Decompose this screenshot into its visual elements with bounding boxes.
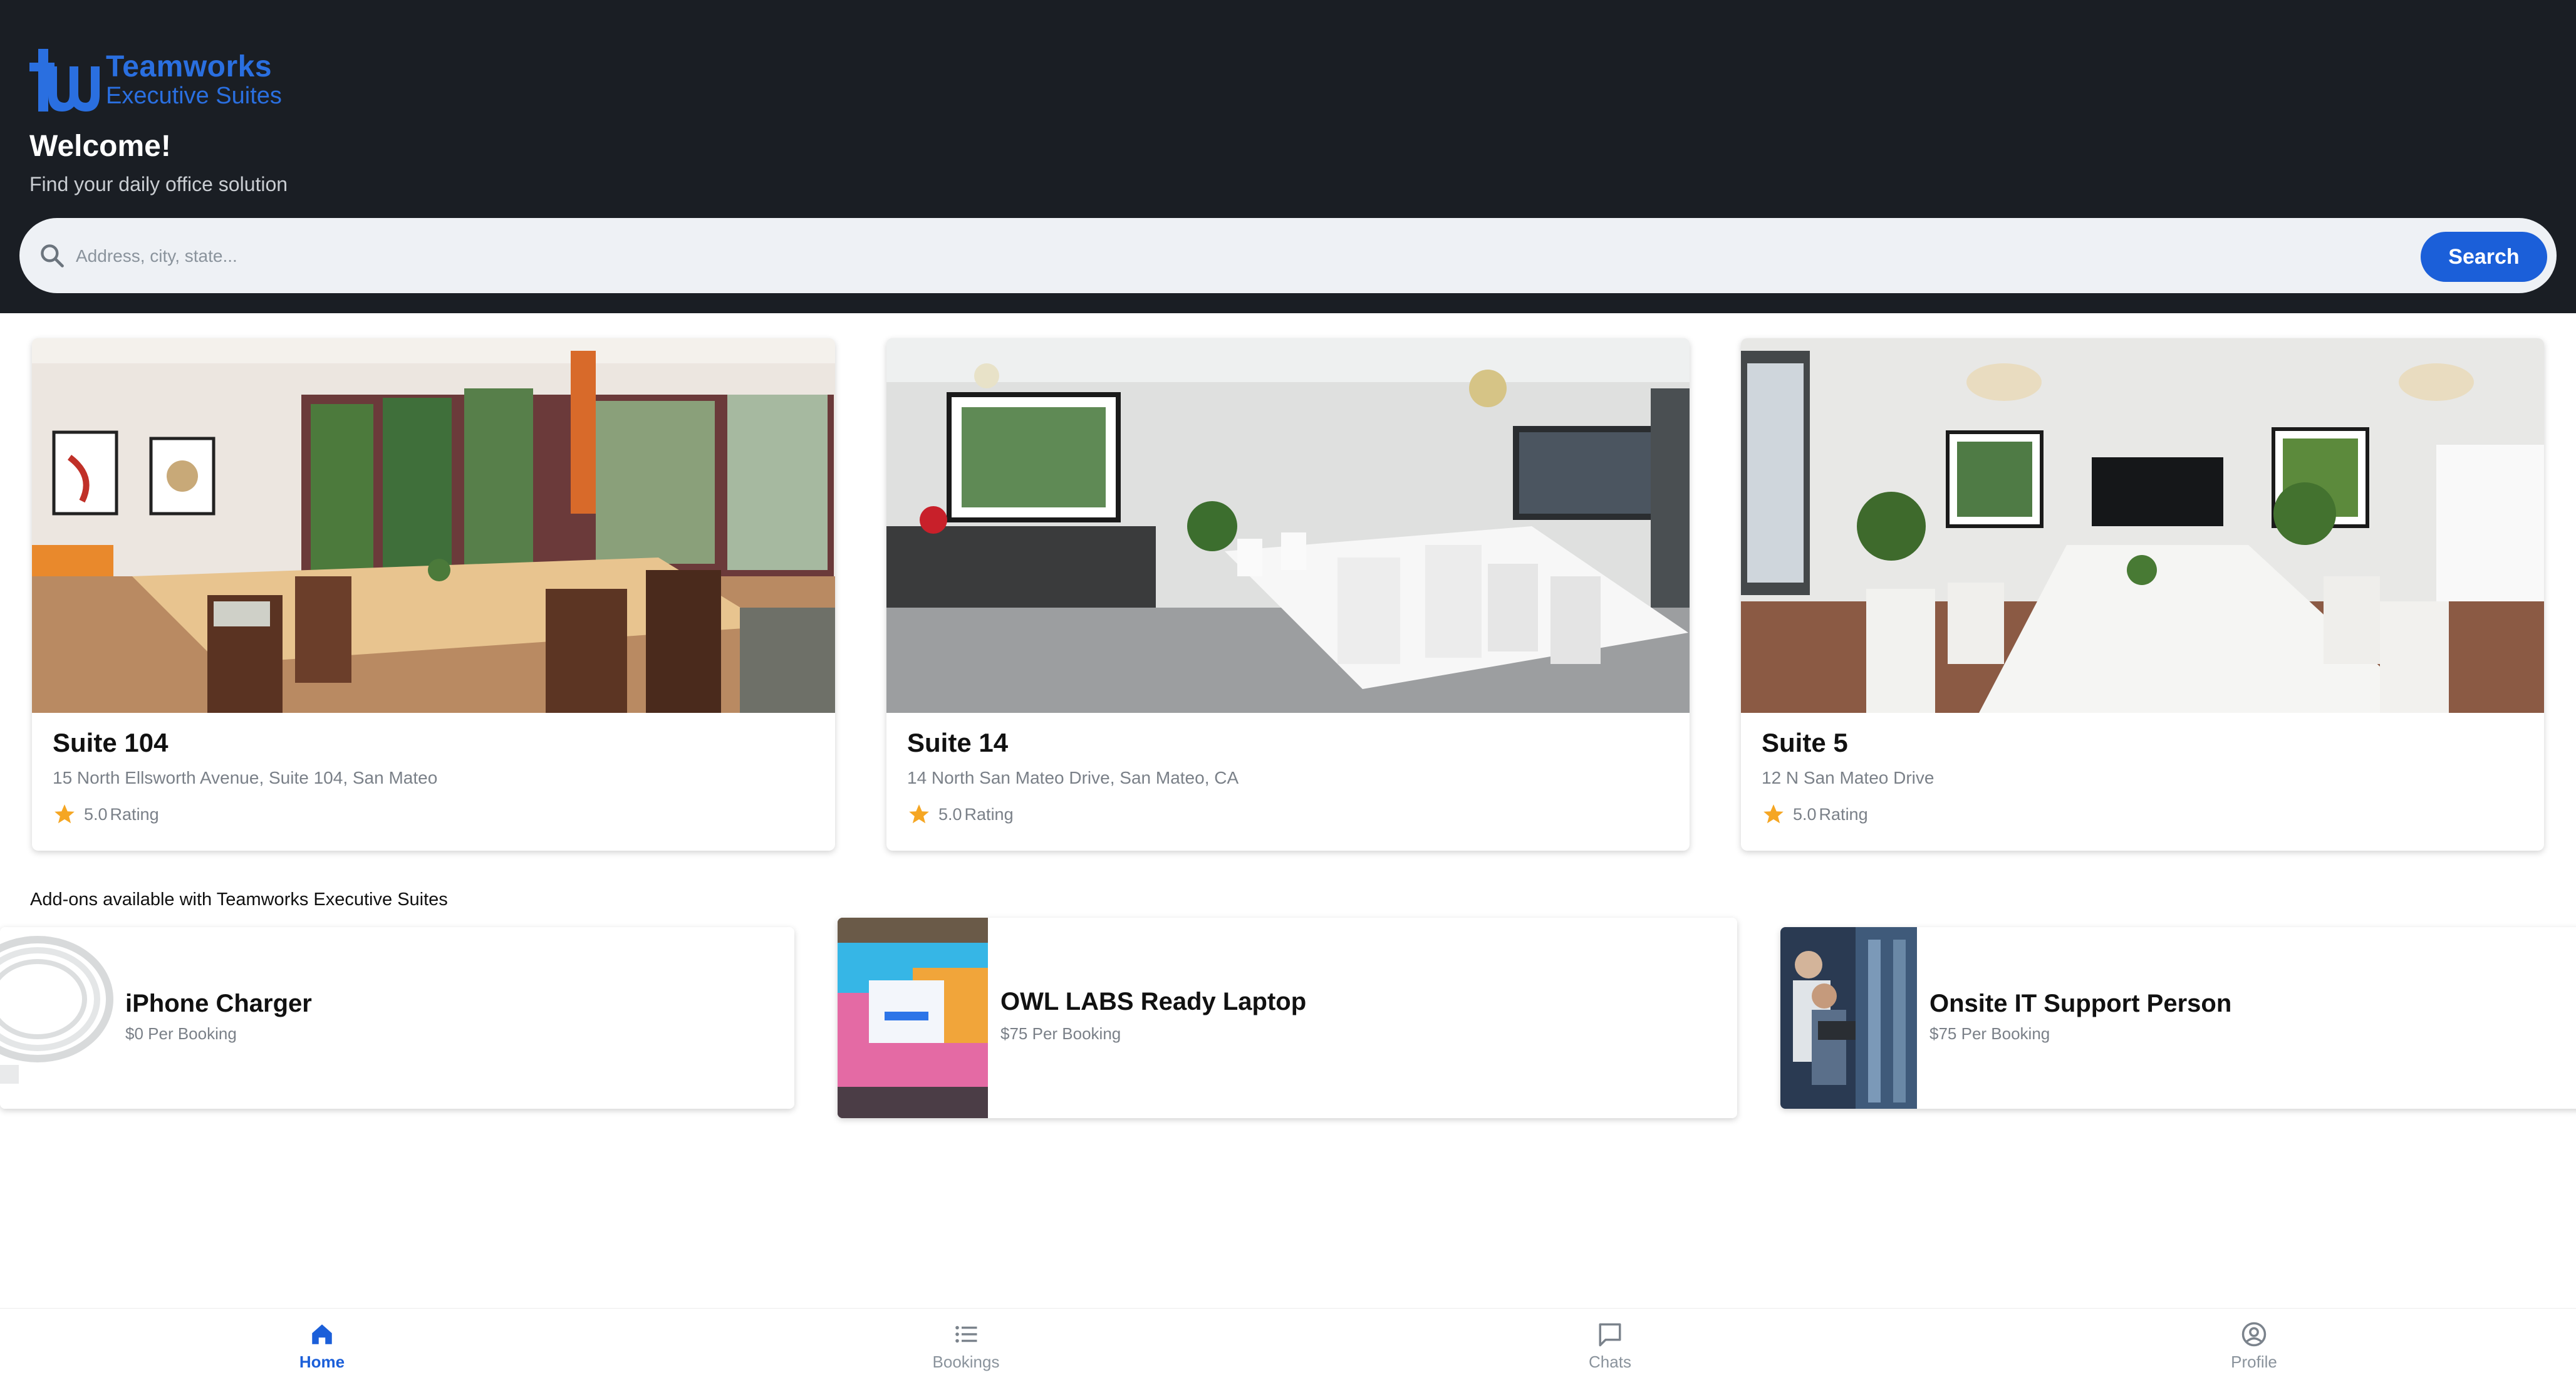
brand-name: Teamworks xyxy=(106,50,273,83)
teamworks-logo-icon xyxy=(29,49,100,112)
nav-profile[interactable]: Profile xyxy=(2160,1309,2348,1380)
addon-image xyxy=(838,918,988,1118)
suite-address: 15 North Ellsworth Avenue, Suite 104, Sa… xyxy=(53,768,438,787)
app-header: Teamworks Executive Suites Welcome! Find… xyxy=(0,0,2576,313)
welcome-tagline: Find your daily office solution xyxy=(29,173,288,195)
nav-label: Chats xyxy=(1589,1352,1631,1371)
suite-title: Suite 104 xyxy=(53,728,169,757)
nav-label: Profile xyxy=(2231,1352,2277,1371)
addons-heading: Add-ons available with Teamworks Executi… xyxy=(30,890,448,910)
nav-bookings[interactable]: Bookings xyxy=(872,1309,1060,1380)
suite-photo xyxy=(1741,338,2544,713)
nav-chats[interactable]: Chats xyxy=(1516,1309,1704,1380)
star-icon xyxy=(55,804,75,824)
addon-name: iPhone Charger xyxy=(125,990,312,1017)
brand-logo: Teamworks Executive Suites xyxy=(29,49,282,112)
addon-image xyxy=(0,927,119,1109)
suite-title: Suite 5 xyxy=(1762,728,1848,757)
nav-home[interactable]: Home xyxy=(228,1309,416,1380)
addon-price: $75 Per Booking xyxy=(1000,1024,1121,1043)
rating-label: Rating xyxy=(110,804,159,824)
suite-photo xyxy=(886,338,1690,713)
suite-card[interactable]: Suite 14 14 North San Mateo Drive, San M… xyxy=(886,338,1690,851)
list-icon xyxy=(955,1326,977,1343)
suite-address: 14 North San Mateo Drive, San Mateo, CA xyxy=(907,768,1239,787)
profile-icon xyxy=(2241,1322,2267,1347)
addon-image xyxy=(1780,927,1917,1109)
brand-subtitle: Executive Suites xyxy=(106,83,282,109)
rating-label: Rating xyxy=(1819,804,1868,824)
search-bar: Search xyxy=(19,218,2557,293)
rating-value: 5.0 xyxy=(938,804,962,824)
rating-label: Rating xyxy=(964,804,1014,824)
search-button[interactable]: Search xyxy=(2421,232,2547,282)
nav-label: Bookings xyxy=(932,1352,1000,1371)
suite-card[interactable]: Suite 5 12 N San Mateo Drive 5.0 Rating xyxy=(1741,338,2544,851)
addon-name: OWL LABS Ready Laptop xyxy=(1000,988,1307,1015)
rating-value: 5.0 xyxy=(1793,804,1817,824)
suite-title: Suite 14 xyxy=(907,728,1009,757)
home-icon xyxy=(312,1324,332,1344)
star-icon xyxy=(1763,804,1784,824)
search-input[interactable] xyxy=(75,231,2395,282)
addon-price: $75 Per Booking xyxy=(1929,1024,2050,1043)
addon-card[interactable]: Onsite IT Support Person $75 Per Booking xyxy=(1780,927,2576,1109)
bottom-navigation: Home Bookings Chats Profile xyxy=(0,1308,2576,1380)
welcome-heading: Welcome! xyxy=(29,130,171,163)
suite-rating: 5.0 Rating xyxy=(53,802,159,827)
rating-value: 5.0 xyxy=(84,804,108,824)
suite-rating: 5.0 Rating xyxy=(907,802,1014,827)
suite-photo xyxy=(32,338,835,713)
chat-icon xyxy=(1599,1323,1621,1347)
addon-name: Onsite IT Support Person xyxy=(1929,990,2232,1017)
star-icon xyxy=(909,804,929,824)
suite-rating: 5.0 Rating xyxy=(1762,802,1868,827)
addon-card[interactable]: iPhone Charger $0 Per Booking xyxy=(0,927,794,1109)
suite-card[interactable]: Suite 104 15 North Ellsworth Avenue, Sui… xyxy=(32,338,835,851)
suite-address: 12 N San Mateo Drive xyxy=(1762,768,1935,787)
nav-label: Home xyxy=(299,1352,345,1371)
suite-list: Suite 104 15 North Ellsworth Avenue, Sui… xyxy=(0,338,2576,851)
addon-card[interactable]: OWL LABS Ready Laptop $75 Per Booking xyxy=(838,918,1737,1118)
addon-price: $0 Per Booking xyxy=(125,1024,237,1043)
brand-text: Teamworks Executive Suites xyxy=(106,50,282,110)
search-icon xyxy=(41,244,64,267)
